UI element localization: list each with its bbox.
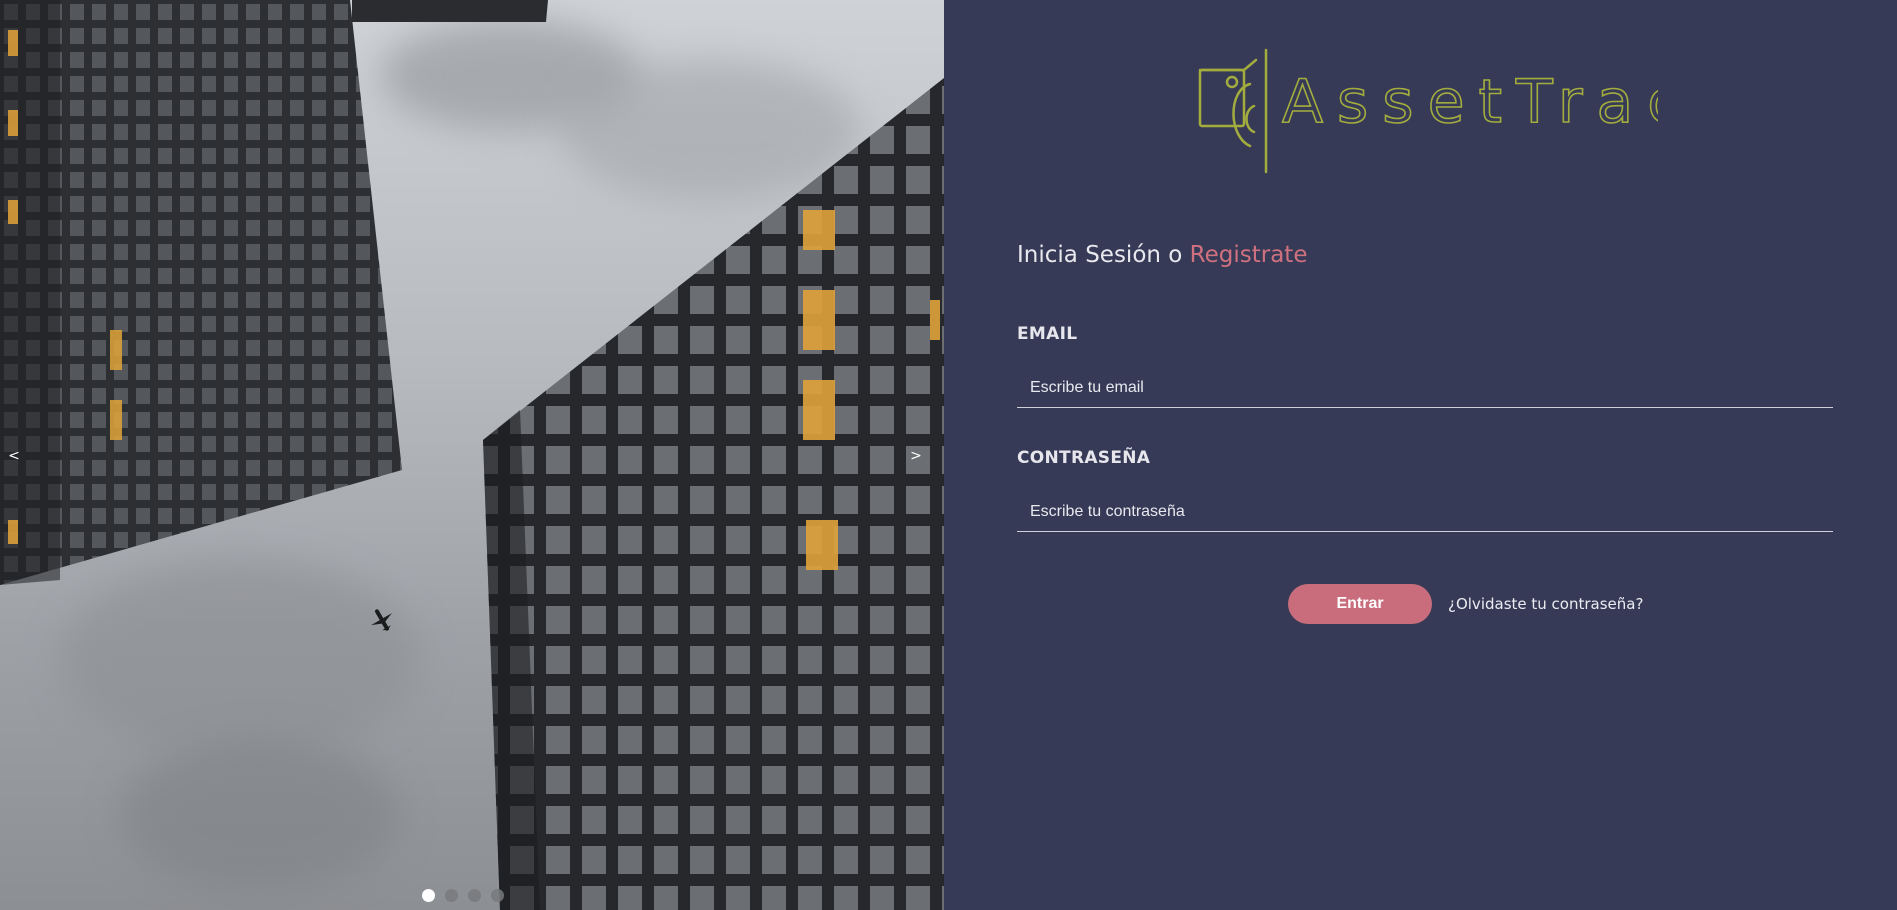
register-link[interactable]: Registrate bbox=[1190, 242, 1308, 268]
carousel-dot[interactable] bbox=[445, 889, 458, 902]
carousel-dot[interactable] bbox=[468, 889, 481, 902]
brand-name: AssetTrack bbox=[1282, 67, 1658, 137]
submit-button[interactable]: Entrar bbox=[1288, 584, 1432, 624]
email-label: EMAIL bbox=[1017, 324, 1078, 344]
buildings-photo bbox=[0, 0, 944, 910]
hero-carousel: < > bbox=[0, 0, 944, 910]
carousel-dot[interactable] bbox=[491, 889, 504, 902]
password-label: CONTRASEÑA bbox=[1017, 448, 1151, 468]
login-title-text: Inicia Sesión o bbox=[1017, 242, 1190, 268]
login-title: Inicia Sesión o Registrate bbox=[1017, 242, 1307, 268]
carousel-next-button[interactable]: > bbox=[906, 446, 926, 466]
carousel-dot[interactable] bbox=[422, 889, 435, 902]
asset-track-logo: AssetTrack bbox=[1198, 48, 1658, 174]
carousel-prev-button[interactable]: < bbox=[4, 446, 24, 466]
carousel-indicators bbox=[422, 889, 504, 902]
email-field[interactable] bbox=[1017, 368, 1833, 408]
password-field[interactable] bbox=[1017, 492, 1833, 532]
forgot-password-link[interactable]: ¿Olvidaste tu contraseña? bbox=[1448, 595, 1643, 613]
